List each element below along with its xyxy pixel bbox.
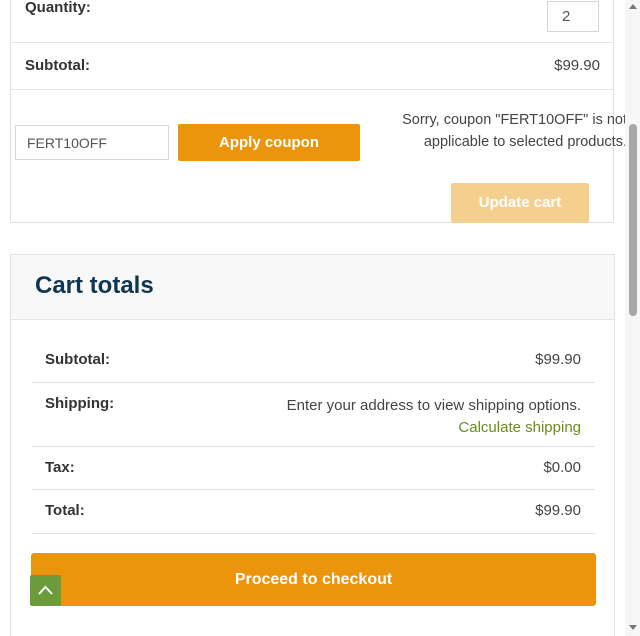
chevron-up-icon — [38, 585, 53, 595]
subtotal-label: Subtotal: — [25, 57, 90, 74]
totals-subtotal-value: $99.90 — [535, 351, 581, 368]
quantity-row: Quantity: 2 — [11, 0, 613, 43]
cart-totals-title: Cart totals — [35, 272, 154, 299]
totals-shipping-row: Shipping: Enter your address to view shi… — [32, 383, 595, 447]
total-label: Total: — [45, 502, 85, 519]
shipping-label: Shipping: — [45, 395, 115, 412]
back-to-top-button[interactable] — [30, 575, 61, 606]
coupon-error-message: Sorry, coupon "FERT10OFF" is not applica… — [402, 112, 627, 150]
shipping-value: Enter your address to view shipping opti… — [287, 395, 581, 439]
page-scrollbar[interactable] — [625, 0, 640, 636]
quantity-label: Quantity: — [25, 0, 91, 16]
totals-subtotal-row: Subtotal: $99.90 — [32, 337, 595, 383]
tax-value: $0.00 — [543, 459, 581, 476]
cart-totals-card: Cart totals Subtotal: $99.90 Shipping: E… — [10, 254, 615, 636]
calculate-shipping-link[interactable]: Calculate shipping — [287, 417, 581, 439]
scroll-down-arrow-icon[interactable] — [629, 625, 637, 630]
cart-totals-header: Cart totals — [11, 255, 614, 320]
subtotal-row: Subtotal: $99.90 — [11, 43, 613, 90]
totals-total-row: Total: $99.90 — [32, 490, 595, 534]
apply-coupon-button[interactable]: Apply coupon — [178, 124, 360, 161]
totals-subtotal-label: Subtotal: — [45, 351, 110, 368]
quantity-input[interactable]: 2 — [547, 1, 599, 32]
total-value: $99.90 — [535, 502, 581, 519]
shipping-info-text: Enter your address to view shipping opti… — [286, 397, 581, 414]
totals-tax-row: Tax: $0.00 — [32, 447, 595, 490]
subtotal-value: $99.90 — [554, 57, 600, 74]
coupon-code-input[interactable]: FERT10OFF — [15, 125, 169, 160]
update-cart-button[interactable]: Update cart — [451, 183, 589, 223]
proceed-to-checkout-button[interactable]: Proceed to checkout — [31, 553, 596, 606]
scroll-up-arrow-icon[interactable] — [629, 4, 637, 9]
tax-label: Tax: — [45, 459, 75, 476]
scrollbar-thumb[interactable] — [629, 124, 637, 316]
